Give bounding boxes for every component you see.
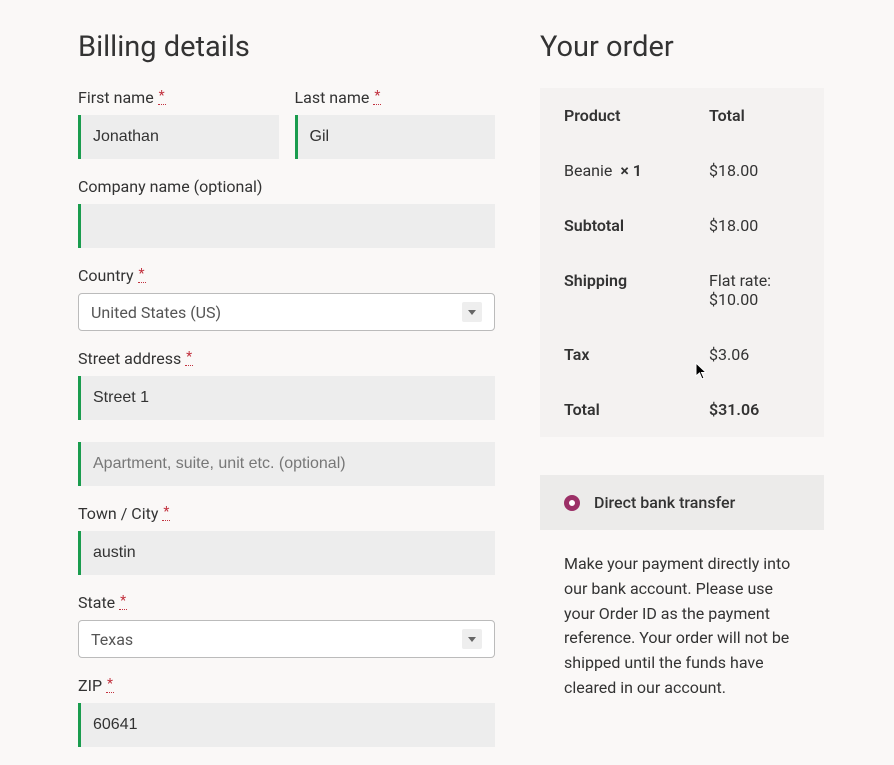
country-value: United States (US)	[91, 303, 462, 322]
payment-option[interactable]: Direct bank transfer	[540, 475, 824, 530]
payment-option-label: Direct bank transfer	[594, 493, 735, 512]
city-label: Town / City *	[78, 504, 495, 523]
street-input[interactable]	[78, 376, 495, 420]
table-row: Total $31.06	[540, 382, 824, 437]
country-select[interactable]: United States (US)	[78, 293, 495, 331]
state-select[interactable]: Texas	[78, 620, 495, 658]
first-name-input[interactable]	[78, 115, 279, 159]
total-value: $31.06	[709, 400, 800, 419]
total-label: Total	[564, 400, 709, 419]
billing-heading: Billing details	[78, 30, 495, 64]
first-name-label: First name *	[78, 88, 279, 107]
zip-input[interactable]	[78, 703, 495, 747]
company-label: Company name (optional)	[78, 177, 495, 196]
product-header: Product	[564, 106, 709, 125]
required-icon: *	[106, 676, 114, 693]
city-input[interactable]	[78, 531, 495, 575]
chevron-down-icon	[462, 629, 482, 649]
product-name: Beanie	[564, 161, 612, 180]
payment-description: Make your payment directly into our bank…	[540, 552, 824, 701]
table-row: Beanie × 1 $18.00	[540, 143, 824, 198]
subtotal-label: Subtotal	[564, 216, 709, 235]
required-icon: *	[158, 88, 166, 105]
required-icon: *	[373, 88, 381, 105]
last-name-input[interactable]	[295, 115, 496, 159]
subtotal-value: $18.00	[709, 216, 800, 235]
tax-value: $3.06	[709, 345, 800, 364]
shipping-label: Shipping	[564, 271, 709, 309]
required-icon: *	[119, 593, 127, 610]
company-input[interactable]	[78, 204, 495, 248]
required-icon: *	[162, 504, 170, 521]
state-label: State *	[78, 593, 495, 612]
required-icon: *	[185, 349, 193, 366]
zip-label: ZIP *	[78, 676, 495, 695]
street2-input[interactable]	[78, 442, 495, 486]
table-row: Shipping Flat rate: $10.00	[540, 253, 824, 327]
street-label: Street address *	[78, 349, 495, 368]
product-qty: × 1	[620, 161, 642, 180]
state-value: Texas	[91, 630, 462, 649]
table-row: Tax $3.06	[540, 327, 824, 382]
tax-label: Tax	[564, 345, 709, 364]
product-total: $18.00	[709, 161, 800, 180]
order-heading: Your order	[540, 30, 824, 64]
order-summary: Product Total Beanie × 1 $18.00 Subtotal…	[540, 88, 824, 437]
radio-selected-icon	[564, 495, 580, 511]
total-header: Total	[709, 106, 800, 125]
chevron-down-icon	[462, 302, 482, 322]
last-name-label: Last name *	[295, 88, 496, 107]
country-label: Country *	[78, 266, 495, 285]
shipping-value: Flat rate: $10.00	[709, 271, 800, 309]
table-row: Subtotal $18.00	[540, 198, 824, 253]
required-icon: *	[138, 266, 146, 283]
